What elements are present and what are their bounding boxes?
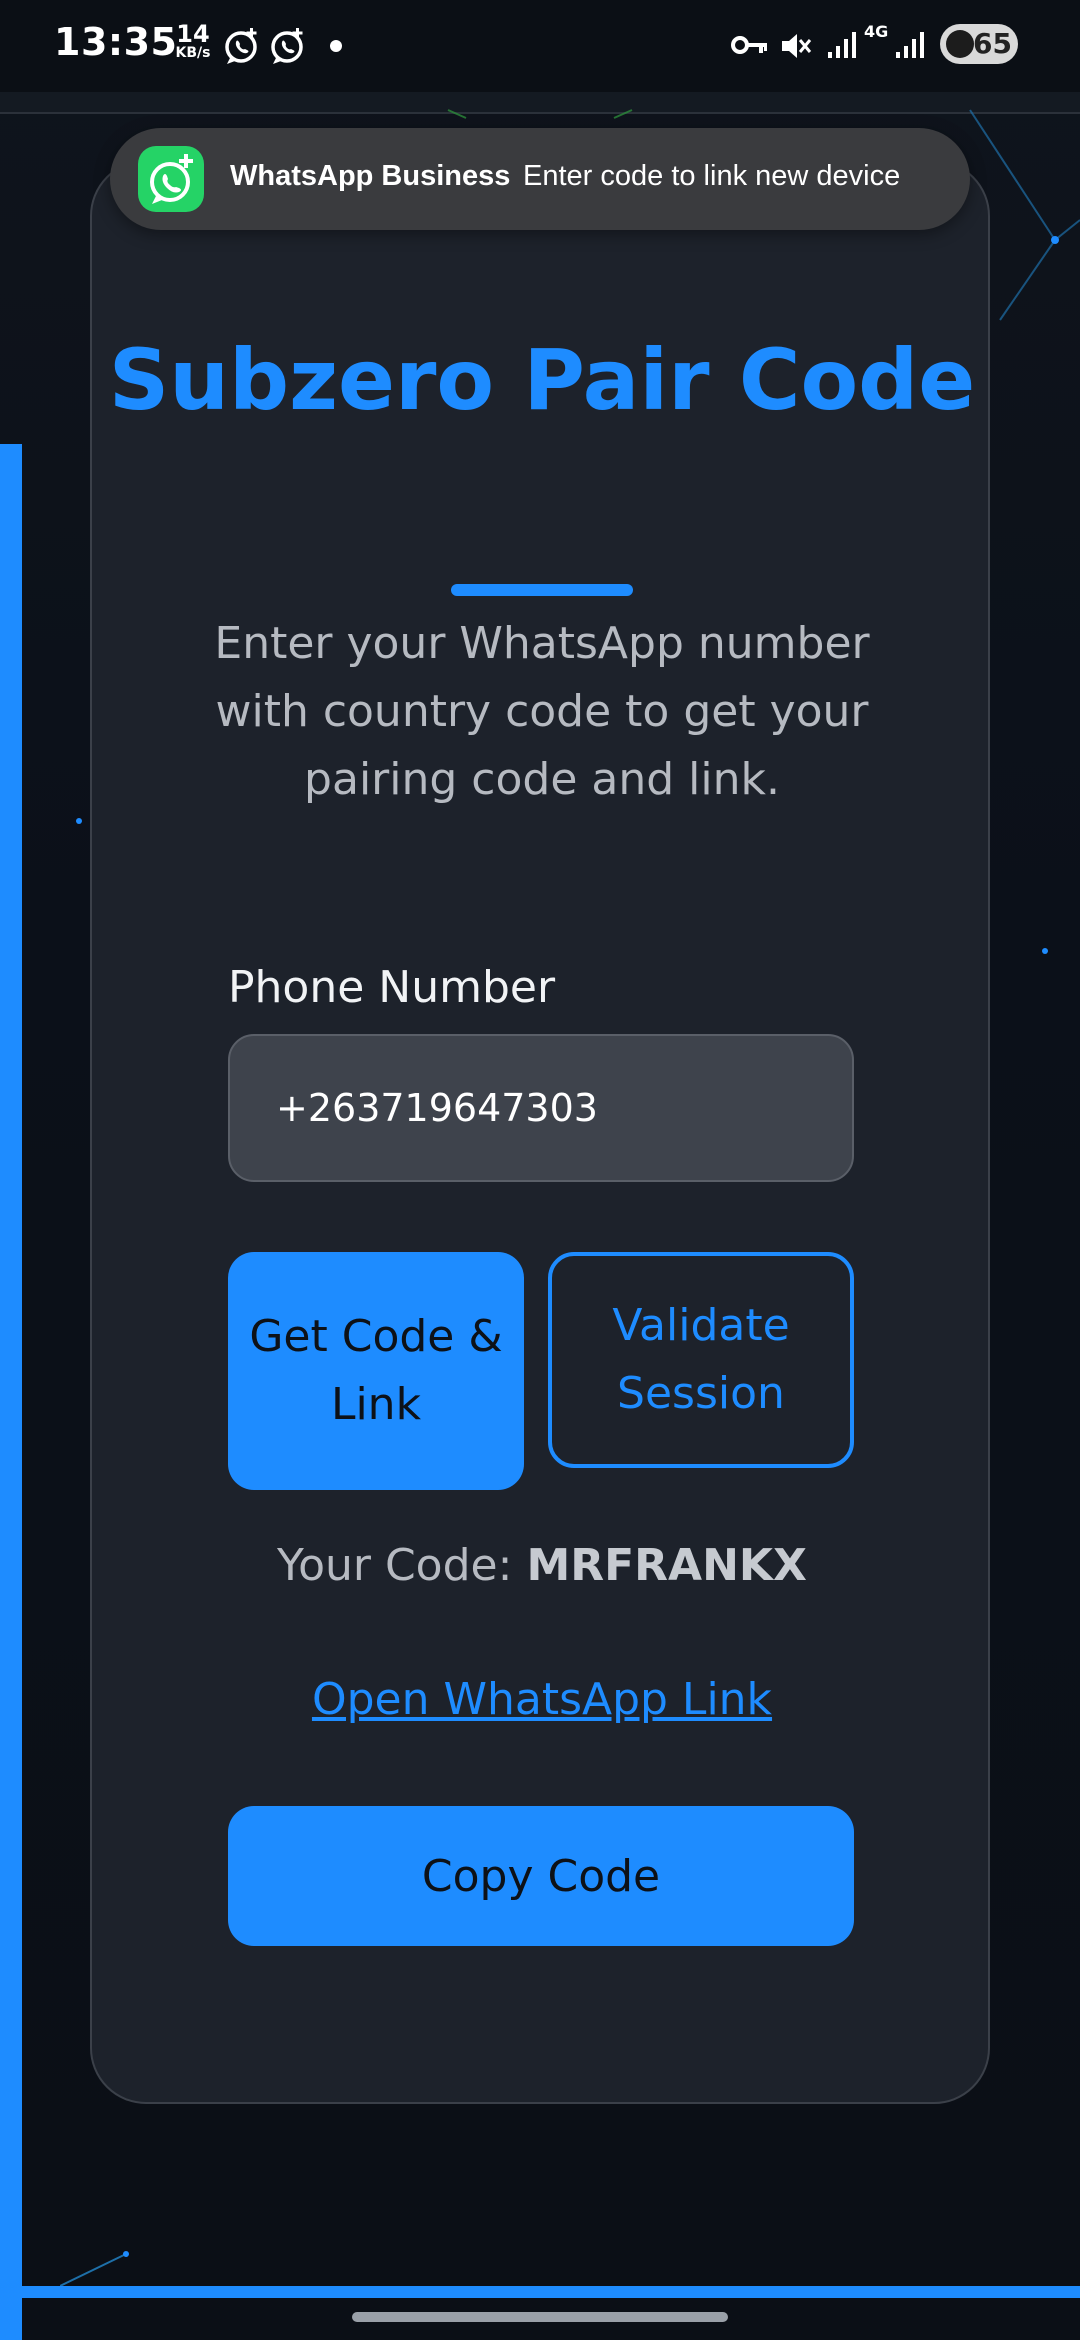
battery-level: 65 xyxy=(973,27,1012,60)
vpn-key-icon xyxy=(730,30,770,64)
phone-number-label: Phone Number xyxy=(228,962,556,1013)
network-type: 4G xyxy=(864,22,889,41)
mute-icon xyxy=(778,30,814,66)
page-title: Subzero Pair Code xyxy=(108,331,976,429)
get-code-button[interactable]: Get Code & Link xyxy=(228,1252,524,1490)
validate-session-button[interactable]: Validate Session xyxy=(548,1252,854,1468)
notification-toast[interactable]: WhatsApp Business Enter code to link new… xyxy=(110,128,970,230)
pair-code-display: Your Code: MRFRANKX xyxy=(92,1540,992,1591)
page: Subzero Pair Code Enter your WhatsApp nu… xyxy=(0,0,1080,2340)
copy-code-button[interactable]: Copy Code xyxy=(228,1806,854,1946)
notification-app-name: WhatsApp Business xyxy=(230,160,511,192)
signal-bars-icon xyxy=(894,30,926,64)
network-speed: 14 KB/s xyxy=(173,22,213,60)
accent-bottom-bar xyxy=(0,2286,1080,2298)
network-speed-value: 14 xyxy=(176,20,210,48)
more-notifications-dot xyxy=(330,40,342,52)
network-speed-unit: KB/s xyxy=(175,45,211,61)
status-bar: 13:35 14 KB/s 4G 65 xyxy=(0,0,1080,92)
notification-message: Enter code to link new device xyxy=(523,160,901,192)
decorative-dot xyxy=(1042,948,1048,954)
signal-bars-icon xyxy=(826,30,858,64)
code-label: Your Code: xyxy=(277,1540,513,1591)
instructions-text: Enter your WhatsApp number with country … xyxy=(214,618,870,805)
status-time: 13:35 xyxy=(54,20,178,64)
open-whatsapp-link[interactable]: Open WhatsApp Link xyxy=(92,1674,992,1725)
whatsapp-notification-icon xyxy=(268,26,308,66)
pair-code-card: Subzero Pair Code Enter your WhatsApp nu… xyxy=(90,160,990,2104)
battery-indicator: 65 xyxy=(940,24,1018,64)
whatsapp-business-icon xyxy=(138,146,204,212)
code-value: MRFRANKX xyxy=(526,1540,807,1591)
phone-number-input[interactable] xyxy=(228,1034,854,1182)
network-lines-decoration xyxy=(60,2251,129,2287)
title-underline xyxy=(451,584,633,596)
battery-saver-icon xyxy=(946,30,974,58)
home-indicator[interactable] xyxy=(352,2312,728,2322)
whatsapp-business-notification-icon xyxy=(222,26,262,66)
status-icons: 4G 65 xyxy=(730,22,1030,72)
accent-left-bar xyxy=(0,444,22,2340)
decorative-dot xyxy=(76,818,82,824)
